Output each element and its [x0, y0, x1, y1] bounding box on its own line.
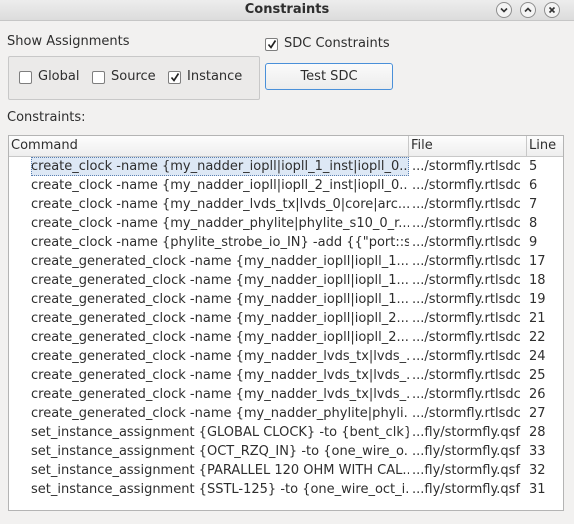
command-cell: create_generated_clock -name {my_nadder_… — [31, 387, 409, 402]
file-cell: ...fly/stormfly.qsf — [412, 444, 521, 459]
line-cell: 5 — [529, 159, 538, 174]
table-row[interactable]: create_generated_clock -name {my_nadder_… — [9, 271, 563, 290]
file-cell: .../stormfly.rtlsdc — [412, 159, 521, 174]
table-row[interactable]: create_generated_clock -name {my_nadder_… — [9, 328, 563, 347]
line-cell: 28 — [529, 425, 546, 440]
command-cell: create_clock -name {phylite_strobe_io_IN… — [31, 235, 409, 250]
table-row[interactable]: set_instance_assignment {PARALLEL 120 OH… — [9, 461, 563, 480]
line-cell: 22 — [529, 330, 546, 345]
line-cell: 24 — [529, 349, 546, 364]
line-cell: 26 — [529, 387, 546, 402]
command-cell: create_generated_clock -name {my_nadder_… — [31, 368, 409, 383]
command-cell: set_instance_assignment {SSTL-125} -to {… — [31, 482, 409, 497]
maximize-button[interactable] — [520, 2, 536, 18]
file-cell: .../stormfly.rtlsdc — [412, 387, 521, 402]
column-header-line[interactable]: Line — [527, 136, 563, 156]
command-cell: create_generated_clock -name {my_nadder_… — [31, 311, 409, 326]
line-cell: 31 — [529, 482, 546, 497]
command-cell: create_generated_clock -name {my_nadder_… — [31, 273, 409, 288]
line-cell: 7 — [529, 197, 538, 212]
column-header-command[interactable]: Command — [9, 136, 409, 156]
file-cell: .../stormfly.rtlsdc — [412, 292, 521, 307]
line-cell: 25 — [529, 368, 546, 383]
global-checkbox-label[interactable]: Global — [38, 69, 79, 84]
instance-checkbox-label[interactable]: Instance — [187, 69, 242, 84]
command-cell: create_clock -name {my_nadder_iopll|iopl… — [31, 178, 409, 193]
table-row[interactable]: create_generated_clock -name {my_nadder_… — [9, 290, 563, 309]
minimize-button[interactable] — [496, 2, 512, 18]
command-cell: create_generated_clock -name {my_nadder_… — [31, 406, 409, 421]
table-row[interactable]: set_instance_assignment {SSTL-125} -to {… — [9, 480, 563, 499]
chevron-up-icon — [524, 7, 532, 13]
file-cell: .../stormfly.rtlsdc — [412, 254, 521, 269]
file-cell: .../stormfly.rtlsdc — [412, 311, 521, 326]
table-row[interactable]: create_generated_clock -name {my_nadder_… — [9, 309, 563, 328]
source-checkbox[interactable] — [92, 71, 105, 84]
command-cell: create_generated_clock -name {my_nadder_… — [31, 292, 409, 307]
window-title: Constraints — [244, 2, 330, 17]
test-sdc-button[interactable]: Test SDC — [265, 63, 393, 90]
line-cell: 9 — [529, 235, 538, 250]
source-checkbox-label[interactable]: Source — [111, 69, 156, 84]
instance-checkbox[interactable] — [168, 71, 181, 84]
check-icon — [170, 73, 180, 82]
file-cell: .../stormfly.rtlsdc — [412, 368, 521, 383]
sdc-constraints-checkbox[interactable] — [265, 38, 278, 51]
line-cell: 21 — [529, 311, 546, 326]
table-row[interactable]: create_generated_clock -name {my_nadder_… — [9, 366, 563, 385]
close-icon — [548, 6, 556, 14]
line-cell: 17 — [529, 254, 546, 269]
line-cell: 19 — [529, 292, 546, 307]
file-cell: ...fly/stormfly.qsf — [412, 425, 521, 440]
column-header-file[interactable]: File — [409, 136, 527, 156]
file-cell: ...fly/stormfly.qsf — [412, 463, 521, 478]
show-assignments-label: Show Assignments — [7, 34, 130, 49]
command-cell: create_generated_clock -name {my_nadder_… — [31, 349, 409, 364]
table-row[interactable]: create_clock -name {phylite_strobe_io_IN… — [9, 233, 563, 252]
table-row[interactable]: create_clock -name {my_nadder_phylite|ph… — [9, 214, 563, 233]
file-cell: .../stormfly.rtlsdc — [412, 197, 521, 212]
command-cell: set_instance_assignment {OCT_RZQ_IN} -to… — [31, 444, 409, 459]
command-cell: set_instance_assignment {PARALLEL 120 OH… — [31, 463, 409, 478]
file-cell: .../stormfly.rtlsdc — [412, 235, 521, 250]
line-cell: 18 — [529, 273, 546, 288]
line-cell: 33 — [529, 444, 546, 459]
table-header: Command File Line — [9, 136, 563, 157]
global-checkbox[interactable] — [19, 71, 32, 84]
table-row[interactable]: create_generated_clock -name {my_nadder_… — [9, 404, 563, 423]
table-row[interactable]: create_clock -name {my_nadder_lvds_tx|lv… — [9, 195, 563, 214]
file-cell: .../stormfly.rtlsdc — [412, 349, 521, 364]
table-row[interactable]: set_instance_assignment {GLOBAL CLOCK} -… — [9, 423, 563, 442]
table-row[interactable]: create_generated_clock -name {my_nadder_… — [9, 347, 563, 366]
command-cell: create_generated_clock -name {my_nadder_… — [31, 330, 409, 345]
table-row[interactable]: set_instance_assignment {OCT_RZQ_IN} -to… — [9, 442, 563, 461]
table-body: create_clock -name {my_nadder_iopll|iopl… — [9, 157, 563, 499]
file-cell: .../stormfly.rtlsdc — [412, 216, 521, 231]
line-cell: 32 — [529, 463, 546, 478]
command-cell: create_generated_clock -name {my_nadder_… — [31, 254, 409, 269]
table-row[interactable]: create_clock -name {my_nadder_iopll|iopl… — [9, 176, 563, 195]
line-cell: 6 — [529, 178, 538, 193]
line-cell: 8 — [529, 216, 538, 231]
file-cell: .../stormfly.rtlsdc — [412, 406, 521, 421]
file-cell: .../stormfly.rtlsdc — [412, 330, 521, 345]
table-row[interactable]: create_generated_clock -name {my_nadder_… — [9, 252, 563, 271]
chevron-down-icon — [500, 7, 508, 13]
title-bar: Constraints — [0, 0, 574, 21]
command-cell: create_clock -name {my_nadder_iopll|iopl… — [31, 157, 409, 176]
table-row[interactable]: create_clock -name {my_nadder_iopll|iopl… — [9, 157, 563, 176]
line-cell: 27 — [529, 406, 546, 421]
constraints-label: Constraints: — [7, 110, 86, 125]
constraints-table[interactable]: Command File Line create_clock -name {my… — [8, 135, 564, 511]
file-cell: .../stormfly.rtlsdc — [412, 178, 521, 193]
file-cell: ...fly/stormfly.qsf — [412, 482, 521, 497]
command-cell: set_instance_assignment {GLOBAL CLOCK} -… — [31, 425, 409, 440]
sdc-constraints-label[interactable]: SDC Constraints — [284, 36, 390, 51]
check-icon — [267, 40, 277, 49]
command-cell: create_clock -name {my_nadder_lvds_tx|lv… — [31, 197, 409, 212]
table-row[interactable]: create_generated_clock -name {my_nadder_… — [9, 385, 563, 404]
command-cell: create_clock -name {my_nadder_phylite|ph… — [31, 216, 409, 231]
close-button[interactable] — [544, 2, 560, 18]
file-cell: .../stormfly.rtlsdc — [412, 273, 521, 288]
